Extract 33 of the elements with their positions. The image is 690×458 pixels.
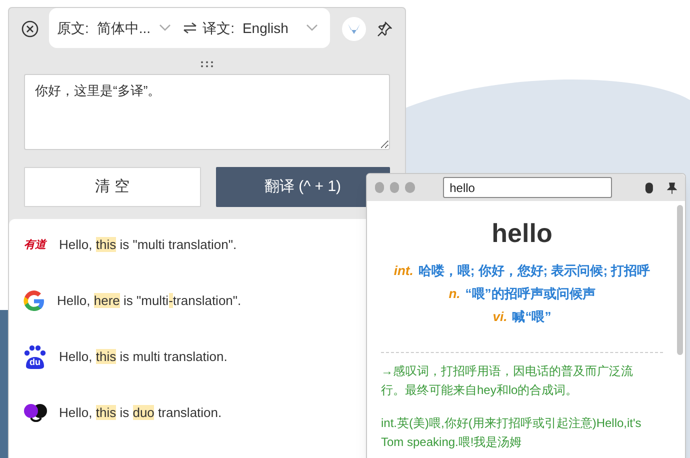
part-of-speech: n. [448, 285, 460, 303]
translation-text: Hello, this is duo translation. [59, 404, 222, 422]
source-value: 简体中... [96, 18, 151, 38]
translation-text: Hello, this is multi translation. [59, 348, 228, 366]
part-of-speech: vi. [492, 308, 508, 326]
headword: hello [490, 217, 554, 249]
pin-icon[interactable] [666, 180, 677, 194]
translation-text: Hello, this is "multi translation". [59, 236, 237, 254]
source-label: 原文: [57, 18, 89, 38]
logo-icon: 有道 [22, 240, 48, 250]
pin-icon[interactable] [376, 21, 392, 37]
search-field[interactable]: hello [442, 177, 612, 198]
drag-handle-icon[interactable] [201, 61, 213, 68]
definition-text: “喂”的招呼声或问候声 [465, 285, 596, 303]
target-language-dropdown[interactable]: 译文: English [202, 18, 318, 38]
chevron-down-icon [306, 24, 318, 32]
source-language-dropdown[interactable]: 原文: 简体中... [57, 18, 171, 38]
target-value: English [242, 18, 288, 38]
definition-text: 哈喽，喂; 你好，您好; 表示问候; 打招呼 [418, 262, 650, 280]
close-icon[interactable] [21, 20, 39, 38]
target-label: 译文: [202, 18, 234, 38]
chevron-down-icon [158, 24, 171, 32]
source-text-field[interactable]: 你好，这里是“多译”。 [24, 74, 390, 150]
mouse-icon[interactable] [644, 180, 653, 194]
part-of-speech: int. [394, 262, 414, 280]
clear-button[interactable]: 清 空 [24, 167, 200, 207]
definition-text: 喊“喂” [512, 308, 552, 326]
note-text: int.英(美)喂,你好(用来打招呼或引起注意)Hello,it's Tom speaking.喂!我是汤姆 [381, 415, 642, 451]
logo-icon [22, 289, 46, 313]
note-text: →感叹词，打招呼用语，因电话的普及而广泛流行。最终可能来自hey和lo的合成词。 [381, 363, 634, 399]
translation-text: Hello, here is "multi-translation". [57, 292, 242, 310]
logo-icon [22, 402, 48, 424]
swap-icon[interactable] [182, 22, 197, 34]
